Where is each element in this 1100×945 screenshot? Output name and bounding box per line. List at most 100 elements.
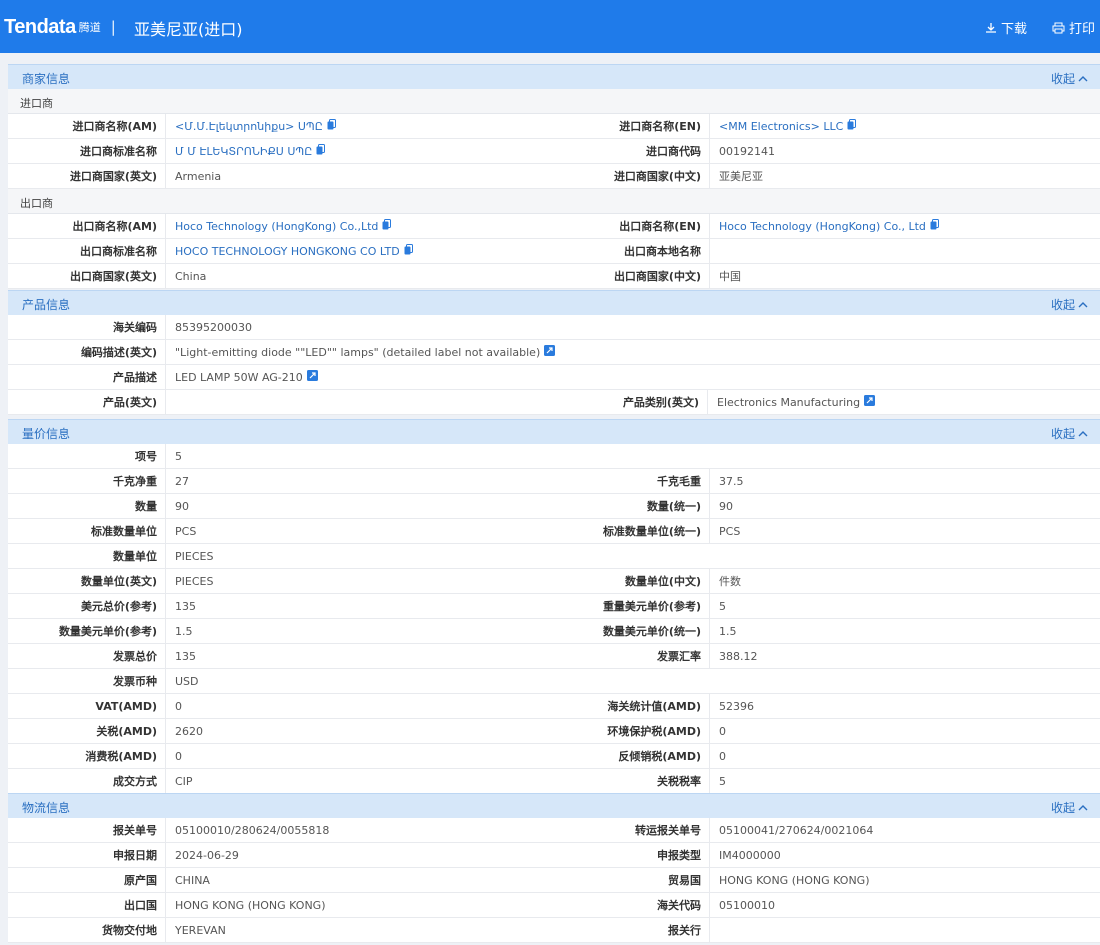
field-label: 发票总价	[8, 644, 165, 668]
translate-icon[interactable]	[306, 370, 318, 384]
field-value: 135	[165, 644, 554, 668]
field-label: 进口商国家(中文)	[554, 164, 709, 188]
field-value: China	[165, 264, 554, 288]
field-value: PCS	[165, 519, 554, 543]
field-label: 出口商国家(英文)	[8, 264, 165, 288]
chevron-up-icon	[1078, 75, 1088, 81]
field-value: 85395200030	[165, 315, 1100, 339]
collapse-button[interactable]: 收起	[1051, 425, 1088, 442]
price-section: 量价信息 收起 项号 5 千克净重 27 千克毛重 37.5 数量 90 数量(统一) 90 标准数…	[8, 419, 1100, 794]
field-label: 项号	[8, 444, 165, 468]
collapse-button[interactable]: 收起	[1051, 70, 1088, 87]
section-title: 商家信息	[22, 72, 71, 86]
field-label: 美元总价(参考)	[8, 594, 165, 618]
section-header: 商家信息 收起	[8, 64, 1100, 89]
copy-icon[interactable]	[382, 219, 392, 233]
logo-text: Tendata	[4, 15, 76, 38]
field-row: 进口商标准名称 Մ Մ ԷԼԵԿՏՐՈՆԻՔՍ ՍՊԸ 进口商代码 00192141	[8, 139, 1100, 164]
field-value: "Light-emitting diode ""LED"" lamps" (de…	[165, 340, 1100, 364]
field-row: 美元总价(参考) 135 重量美元单价(参考) 5	[8, 594, 1100, 619]
field-label: 产品描述	[8, 365, 165, 389]
field-value: 2024-06-29	[165, 843, 554, 867]
field-row: 出口商国家(英文) China 出口商国家(中文) 中国	[8, 264, 1100, 289]
copy-icon[interactable]	[327, 119, 336, 133]
logo-cn-text: 腾道	[78, 21, 101, 34]
section-header: 量价信息 收起	[8, 419, 1100, 444]
field-value	[709, 918, 1100, 942]
field-label: 出口国	[8, 893, 165, 917]
subsection-title-importer: 进口商	[8, 89, 1100, 114]
field-value: Armenia	[165, 164, 554, 188]
print-label: 打印	[1069, 22, 1096, 37]
field-label: 发票币种	[8, 669, 165, 693]
print-button[interactable]: 打印	[1052, 18, 1095, 37]
field-value: 135	[165, 594, 554, 618]
field-value: 00192141	[709, 139, 1100, 163]
field-label: 成交方式	[8, 769, 165, 793]
collapse-button[interactable]: 收起	[1051, 799, 1088, 816]
subsection-title-exporter: 出口商	[8, 189, 1100, 214]
field-row: 出口商名称(AM) Hoco Technology (HongKong) Co.,…	[8, 214, 1100, 239]
chevron-up-icon	[1078, 804, 1088, 810]
field-value: 1.5	[709, 619, 1100, 643]
field-value: Electronics Manufacturing	[707, 390, 1098, 414]
field-label: 关税(AMD)	[8, 719, 165, 743]
field-row: 成交方式 CIP 关税税率 5	[8, 769, 1100, 794]
copy-icon[interactable]	[930, 219, 939, 233]
field-value: HONG KONG (HONG KONG)	[165, 893, 554, 917]
field-label: 出口商名称(EN)	[554, 214, 709, 238]
field-value: 05100010/280624/0055818	[165, 818, 554, 842]
field-value: 37.5	[709, 469, 1100, 493]
field-value: 27	[165, 469, 554, 493]
download-button[interactable]: 下载	[985, 18, 1027, 37]
field-row: 海关编码 85395200030	[8, 315, 1100, 340]
page-title: 亚美尼亚(进口)	[134, 20, 243, 39]
field-value	[709, 239, 1100, 263]
field-value: 件数	[709, 569, 1100, 593]
field-value: IM4000000	[709, 843, 1100, 867]
field-label: 消费税(AMD)	[8, 744, 165, 768]
field-label: 环境保护税(AMD)	[554, 719, 709, 743]
field-row: 原产国 CHINA 贸易国 HONG KONG (HONG KONG)	[8, 868, 1100, 893]
field-value: 90	[165, 494, 554, 518]
field-value[interactable]: Hoco Technology (HongKong) Co.,Ltd	[165, 214, 554, 238]
translate-icon[interactable]	[544, 345, 556, 359]
field-label: 发票汇率	[554, 644, 709, 668]
field-value: 中国	[709, 264, 1100, 288]
field-value[interactable]: Hoco Technology (HongKong) Co., Ltd	[709, 214, 1100, 238]
copy-icon[interactable]	[404, 244, 413, 258]
field-value	[165, 390, 554, 414]
field-row: 数量单位 PIECES	[8, 544, 1100, 569]
field-value[interactable]: <MM Electronics> LLC	[709, 114, 1100, 138]
translate-icon[interactable]	[864, 395, 876, 409]
field-row: 数量 90 数量(统一) 90	[8, 494, 1100, 519]
field-value[interactable]: Մ Մ ԷԼԵԿՏՐՈՆԻՔՍ ՍՊԸ	[165, 139, 554, 163]
field-value: 0	[165, 694, 554, 718]
copy-icon[interactable]	[316, 144, 326, 158]
collapse-button[interactable]: 收起	[1051, 296, 1088, 313]
field-label: 标准数量单位	[8, 519, 165, 543]
field-label: 产品类别(英文)	[554, 390, 707, 414]
field-value: PCS	[709, 519, 1100, 543]
field-value: 2620	[165, 719, 554, 743]
field-label: 数量(统一)	[554, 494, 709, 518]
field-value[interactable]: <Մ.Մ.Էլեկտրոնիքս> ՍՊԸ	[165, 114, 554, 138]
field-row: 消费税(AMD) 0 反倾销税(AMD) 0	[8, 744, 1100, 769]
field-value: PIECES	[165, 544, 1100, 568]
field-value: 05100041/270624/0021064	[709, 818, 1100, 842]
copy-icon[interactable]	[847, 119, 857, 133]
product-section: 产品信息 收起 海关编码 85395200030 编码描述(英文) "Light…	[8, 290, 1100, 415]
field-row: 申报日期 2024-06-29 申报类型 IM4000000	[8, 843, 1100, 868]
field-value: 5	[709, 769, 1100, 793]
top-header: Tendata 腾道 | 亚美尼亚(进口) 下载 打印	[0, 0, 1100, 53]
field-value[interactable]: HOCO TECHNOLOGY HONGKONG CO LTD	[165, 239, 554, 263]
section-header: 物流信息 收起	[8, 793, 1100, 818]
field-row: 关税(AMD) 2620 环境保护税(AMD) 0	[8, 719, 1100, 744]
field-value: CIP	[165, 769, 554, 793]
field-label: 申报日期	[8, 843, 165, 867]
field-label: 标准数量单位(统一)	[554, 519, 709, 543]
field-label: 数量单位(英文)	[8, 569, 165, 593]
field-label: 数量单位(中文)	[554, 569, 709, 593]
header-separator: |	[110, 18, 116, 36]
field-value: 52396	[709, 694, 1100, 718]
